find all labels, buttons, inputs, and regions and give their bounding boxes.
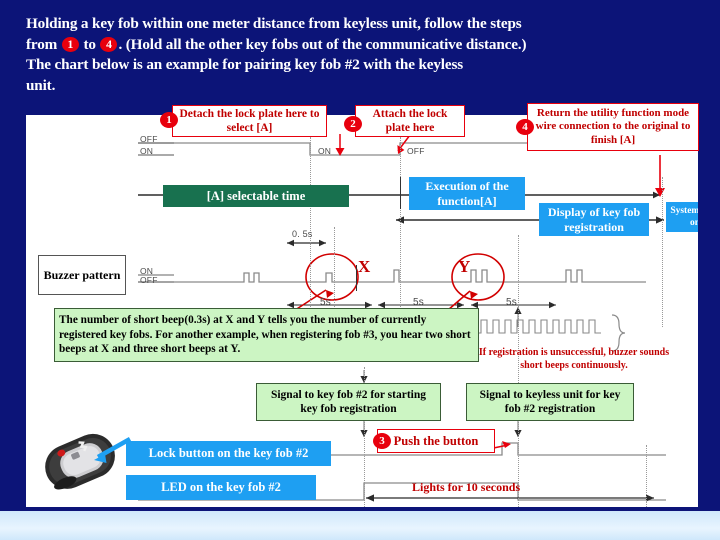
heading-line-2-b: to <box>79 35 100 53</box>
box-signal-keyless: Signal to keyless unit for key fob #2 re… <box>466 383 634 421</box>
axis-label-wire-on: ON <box>140 146 154 156</box>
callout-step-4[interactable]: Return the utility function mode wire co… <box>527 103 699 151</box>
footer-bar: SUZUKI Engineering Division <box>0 511 720 540</box>
callout-step-2-text: Attach the lock plate here <box>372 108 448 134</box>
heading-line-2: from 1 to 4. (Hold all the other key fob… <box>26 35 698 56</box>
axis-label-seg-on: ON <box>318 146 332 156</box>
marker-y-label: Y <box>458 257 471 276</box>
callout-step-1-text: Detach the lock plate here to select [A] <box>179 108 320 134</box>
axis-label-0-5s: 0. 5s <box>292 229 313 239</box>
box-display-registration: Display of key fob registration <box>539 203 649 236</box>
timing-chart-panel: OFF ON ON OFF ON OFF 0. 5s 5s 5s 5s X Y … <box>26 115 698 507</box>
box-buzzer-pattern: Buzzer pattern <box>38 255 126 295</box>
box-signal-keyfob: Signal to key fob #2 for starting key fo… <box>256 383 441 421</box>
marker-x-circle <box>305 253 359 301</box>
axis-label-buzzer-off: OFF <box>140 275 158 285</box>
callout-step-4-text: Return the utility function mode wire co… <box>535 106 691 146</box>
guide-line-2 <box>334 227 335 319</box>
callout-step-3[interactable]: Push the button <box>377 429 495 453</box>
note-unsuccessful: If registration is unsuccessful, buzzer … <box>478 347 670 371</box>
guide-line-6 <box>662 177 663 327</box>
label-lights-10s: Lights for 10 seconds <box>412 480 521 494</box>
guide-line-1 <box>310 137 311 313</box>
callout-step-1[interactable]: Detach the lock plate here to select [A] <box>172 105 327 137</box>
heading-line-4: unit. <box>26 76 56 94</box>
heading-line-1: Holding a key fob within one meter dista… <box>26 15 522 32</box>
box-execution: Execution of the function[A] <box>409 177 525 210</box>
axis-label-wire-off: OFF <box>140 134 158 144</box>
box-note-beeps: The number of short beep(0.3s) at X and … <box>54 308 479 362</box>
step-badge-1-inline: 1 <box>61 36 79 52</box>
axis-label-seg-off: OFF <box>407 146 425 156</box>
heading-line-2-a: from <box>26 35 61 53</box>
step-badge-4: 4 <box>516 119 534 135</box>
axis-label-5s-b: 5s <box>413 297 424 308</box>
buzzer-waveform <box>138 269 646 283</box>
marker-x-label: X <box>358 257 371 276</box>
box-system-kept-on: System kept on <box>666 202 698 232</box>
heading-line-3: The chart below is an example for pairin… <box>26 56 463 73</box>
page-title: Holding a key fob within one meter dista… <box>26 14 698 96</box>
box-lock-button: Lock button on the key fob #2 <box>126 441 331 466</box>
box-led: LED on the key fob #2 <box>126 475 316 500</box>
continuous-beep-waveform <box>476 319 601 334</box>
box-selectable-time: [A] selectable time <box>163 185 349 207</box>
guide-line-7 <box>646 445 647 507</box>
axis-label-5s-a: 5s <box>320 297 331 308</box>
step-badge-4-inline: 4 <box>100 36 118 52</box>
tick-after-step2 <box>400 177 402 209</box>
step-badge-1: 1 <box>160 112 178 128</box>
slide-root: Holding a key fob within one meter dista… <box>0 0 720 540</box>
heading-line-2-c: . (Hold all the other key fobs out of th… <box>118 35 527 53</box>
step-badge-3: 3 <box>373 433 391 449</box>
callout-step-2[interactable]: Attach the lock plate here <box>355 105 465 137</box>
axis-label-5s-c: 5s <box>506 297 517 308</box>
guide-line-3 <box>400 137 401 317</box>
callout-step-3-text: Push the button <box>393 434 479 448</box>
step-badge-2: 2 <box>344 116 362 132</box>
